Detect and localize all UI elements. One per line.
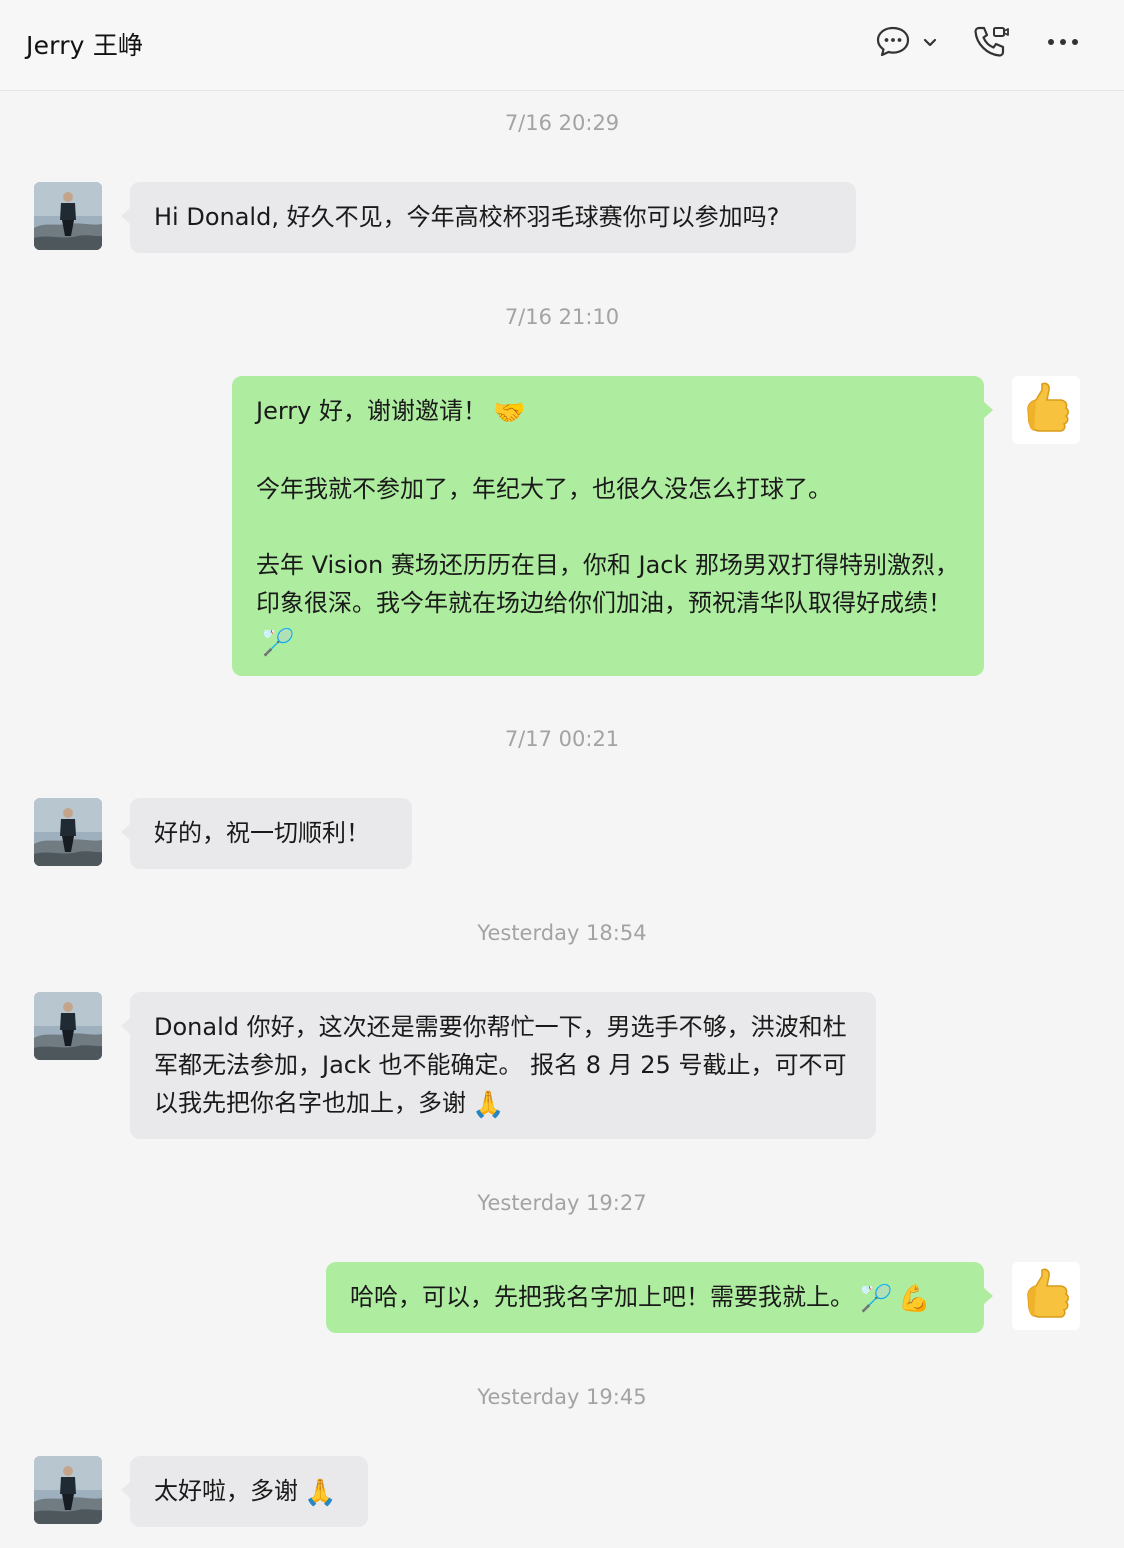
message-timestamp: Yesterday 19:27 (477, 1191, 647, 1215)
avatar[interactable] (1012, 1262, 1080, 1330)
incoming-message-bubble[interactable]: 太好啦，多谢 🙏 (121, 1456, 368, 1527)
contact-name[interactable]: Jerry 王峥 (26, 26, 143, 62)
outgoing-message-bubble[interactable]: Jerry 好，谢谢邀请！ 🤝 今年我就不参加了，年纪大了，也很久没怎么打球了。 … (232, 376, 993, 676)
incoming-message-bubble[interactable]: Hi Donald, 好久不见，今年高校杯羽毛球赛你可以参加吗? (121, 182, 856, 253)
incoming-message-bubble[interactable]: 好的，祝一切顺利！ (121, 798, 412, 869)
avatar[interactable] (34, 1456, 102, 1524)
message-timestamp: 7/16 21:10 (504, 305, 620, 329)
avatar[interactable] (34, 798, 102, 866)
message-timestamp: Yesterday 19:45 (477, 1385, 647, 1409)
chevron-down-icon[interactable] (918, 22, 942, 62)
chat-bubble-icon[interactable] (872, 22, 914, 62)
message-timestamp: Yesterday 18:54 (477, 921, 647, 945)
message-text: 太好啦，多谢 (154, 1477, 298, 1505)
avatar[interactable] (1012, 376, 1080, 444)
badminton-emoji: 🏸 (262, 628, 295, 658)
message-text: 今年我就不参加了，年纪大了，也很久没怎么打球了。 (256, 475, 832, 503)
message-text: 好的，祝一切顺利！ (154, 819, 370, 847)
chat-header: Jerry 王峥 (0, 0, 1124, 91)
message-text: Jerry 好，谢谢邀请！ (256, 397, 487, 425)
pray-emoji: 🙏 (472, 1090, 505, 1120)
message-timestamp: 7/16 20:29 (504, 111, 620, 135)
pray-emoji: 🙏 (304, 1478, 337, 1508)
avatar[interactable] (34, 182, 102, 250)
outgoing-message-bubble[interactable]: 哈哈，可以，先把我名字加上吧！需要我就上。 🏸 💪 (326, 1262, 993, 1333)
badminton-emoji: 🏸 (860, 1284, 893, 1314)
muscle-emoji: 💪 (898, 1284, 931, 1314)
message-text: Hi Donald, 好久不见，今年高校杯羽毛球赛你可以参加吗? (154, 203, 780, 231)
incoming-message-bubble[interactable]: Donald 你好，这次还是需要你帮忙一下，男选手不够，洪波和杜军都无法参加，J… (121, 992, 876, 1139)
message-list[interactable]: 7/16 20:29 Hi Donald, 好久不见，今年高校杯羽毛球赛你可以参… (0, 91, 1124, 1548)
avatar[interactable] (34, 992, 102, 1060)
more-icon[interactable] (1042, 22, 1084, 62)
message-text: 哈哈，可以，先把我名字加上吧！需要我就上。 (350, 1283, 854, 1311)
handshake-emoji: 🤝 (493, 398, 526, 428)
message-text: 去年 Vision 赛场还历历在目，你和 Jack 那场男双打得特别激烈，印象很… (256, 551, 960, 617)
phone-video-icon[interactable] (968, 22, 1014, 62)
message-timestamp: 7/17 00:21 (504, 727, 620, 751)
